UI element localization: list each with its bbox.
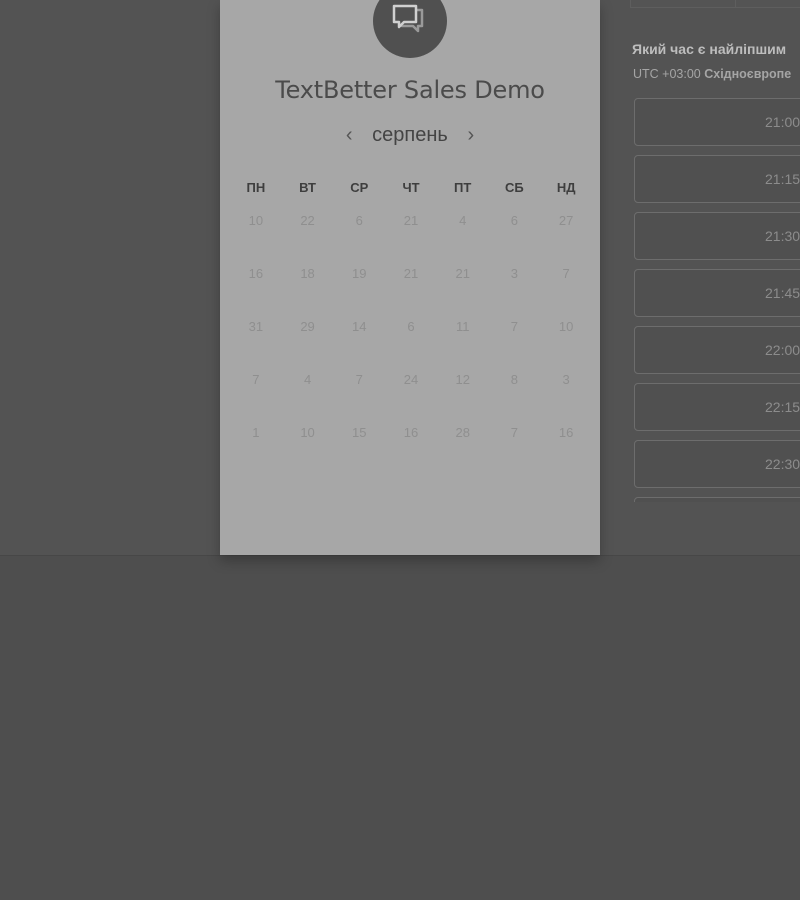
- calendar-day: 7: [355, 372, 363, 387]
- calendar-day: 10: [248, 213, 264, 228]
- calendar-day: 21: [455, 266, 470, 281]
- timezone-name: Східноєвропе: [704, 67, 792, 81]
- calendar-day: 3: [562, 372, 570, 387]
- calendar-day: 7: [510, 425, 519, 440]
- time-slot-button[interactable]: 21:15: [634, 155, 800, 203]
- calendar-day: 6: [510, 213, 519, 228]
- chat-bubble-icon: [392, 4, 424, 33]
- time-slot-button[interactable]: 22:15: [634, 383, 800, 431]
- event-logo: [373, 0, 447, 58]
- calendar-day: 27: [558, 213, 574, 228]
- weekday-label: ПН: [246, 180, 266, 195]
- calendar-day: 8: [510, 372, 519, 387]
- month-navigation: ‹ серпень ›: [220, 121, 600, 149]
- calendar-day: 18: [300, 266, 315, 281]
- calendar-day: 31: [248, 319, 264, 334]
- month-label: серпень: [372, 123, 448, 146]
- calendar-day: 28: [455, 425, 470, 440]
- weekday-label: ЧТ: [402, 180, 420, 195]
- calendar-day: 10: [300, 425, 315, 440]
- calendar-day: 16: [558, 425, 574, 440]
- calendar-day: 21: [403, 266, 419, 281]
- time-slot-button[interactable]: 21:30: [634, 212, 800, 260]
- calendar-day: 22: [300, 213, 315, 228]
- calendar-day: 7: [252, 372, 260, 387]
- time-slot-button[interactable]: 22:00: [634, 326, 800, 374]
- view-tabs[interactable]: [630, 0, 800, 8]
- calendar-days-grid: 10 22 6 21 4 6 27 16 18 19 21 21 3 7 31 29 14 6 11 7 10 7 4 7 24…: [230, 213, 592, 478]
- next-month-button[interactable]: ›: [464, 124, 478, 147]
- calendar-day: 14: [352, 319, 367, 334]
- calendar-day: 16: [248, 266, 264, 281]
- calendar-day: 19: [352, 266, 367, 281]
- calendar-day: 4: [459, 213, 467, 228]
- weekday-label: СБ: [505, 180, 524, 195]
- weekday-label: ВТ: [299, 180, 316, 195]
- weekday-label: НД: [556, 180, 576, 195]
- calendar-day: 15: [352, 425, 367, 440]
- weekday-label: СР: [350, 180, 369, 195]
- calendar-day: 7: [510, 319, 519, 334]
- calendar-day: 29: [300, 319, 315, 334]
- time-question-heading: Який час є найліпшим: [632, 41, 787, 57]
- tab-divider: [735, 0, 736, 7]
- calendar-day: 6: [355, 213, 363, 228]
- calendar-day: 21: [403, 213, 419, 228]
- calendar-day: 10: [558, 319, 574, 334]
- timezone-offset: UTC +03:00: [633, 67, 701, 81]
- time-slot-button[interactable]: 22:30: [634, 440, 800, 488]
- timezone-label[interactable]: UTC +03:00 Східноєвропе: [633, 67, 791, 81]
- calendar-day: 6: [407, 319, 415, 334]
- calendar-day: 1: [252, 425, 260, 440]
- weekday-label: ПТ: [454, 180, 472, 195]
- calendar-day: 11: [455, 319, 470, 334]
- calendar-day: 12: [455, 372, 470, 387]
- calendar-day: 7: [562, 266, 570, 281]
- calendar-day: 24: [403, 372, 419, 387]
- time-slot-button[interactable]: 21:00: [634, 98, 800, 146]
- time-slot-button[interactable]: [634, 497, 800, 502]
- calendar-day: 4: [303, 372, 312, 387]
- calendar-day: 16: [403, 425, 419, 440]
- time-slot-button[interactable]: 21:45: [634, 269, 800, 317]
- booking-widget: TextBetter Sales Demo ‹ серпень › ПН ВТ …: [0, 0, 800, 556]
- prev-month-button[interactable]: ‹: [342, 124, 356, 147]
- weekday-header: ПН ВТ СР ЧТ ПТ СБ НД: [230, 180, 592, 195]
- calendar-day: 3: [510, 266, 519, 281]
- event-card: TextBetter Sales Demo ‹ серпень › ПН ВТ …: [220, 0, 600, 555]
- time-slots-list: 21:00 21:15 21:30 21:45 22:00 22:15 22:30: [634, 98, 800, 502]
- event-title: TextBetter Sales Demo: [275, 76, 545, 104]
